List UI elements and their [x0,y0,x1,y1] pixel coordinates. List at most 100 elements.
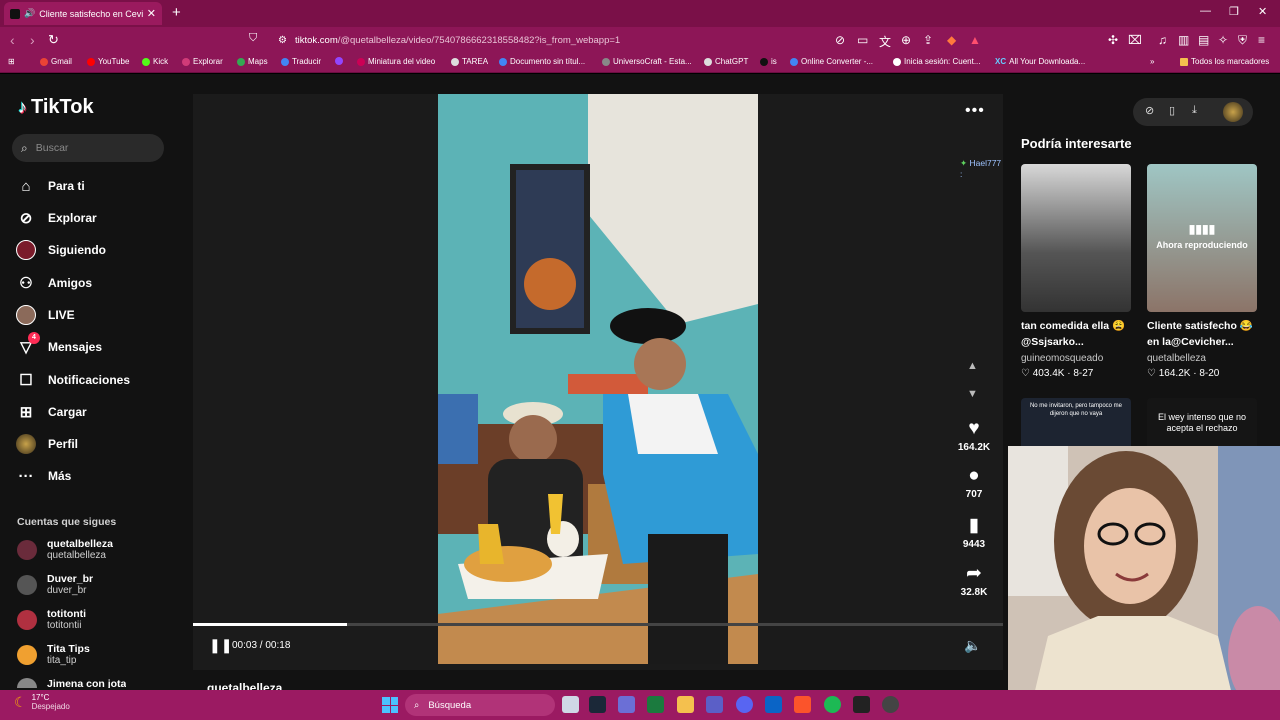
new-tab-button[interactable]: + [172,4,181,21]
video-frame[interactable] [438,94,758,664]
bookmark-tarea[interactable]: TAREA [451,57,488,66]
share-button[interactable]: ➦ 32.8K [953,562,995,598]
recommendation-title[interactable]: Cliente satisfecho 😂 en la@Cevicher... [1147,318,1259,350]
discord-icon[interactable] [736,696,753,713]
profile-avatar[interactable] [1223,102,1243,122]
sidebar-item-mensajes[interactable]: ▽ 4 Mensajes [16,332,102,358]
bookmark-online-converter[interactable]: Online Converter -... [790,57,873,66]
app-icon[interactable] [853,696,870,713]
obs-icon[interactable] [882,696,899,713]
bookmark-maps[interactable]: Maps [237,57,268,66]
apps-icon[interactable]: ⊞ [8,57,15,66]
recommendation-user[interactable]: guineomosqueado [1021,353,1103,364]
following-account[interactable]: quetalbelleza quetalbelleza [17,538,113,561]
outlook-icon[interactable] [765,696,782,713]
download-icon[interactable]: ⤓ [1192,104,1197,117]
minimize-button[interactable]: — [1200,5,1211,17]
bookmarks-overflow-icon[interactable]: » [1150,57,1154,66]
teams-icon[interactable] [706,696,723,713]
recommendation-thumbnail-now-playing[interactable]: ▮▮▮▮ Ahora reproduciendo [1147,164,1257,312]
reload-button[interactable]: ↻ [48,32,59,48]
bookmark-icon[interactable]: ⛉ [249,32,257,45]
close-tab-icon[interactable]: ✕ [147,7,156,20]
site-settings-icon[interactable]: ⚙ [278,35,287,46]
more-options-icon[interactable]: ••• [965,102,985,120]
following-account[interactable]: Duver_br duver_br [17,573,93,596]
sidebar-item-amigos[interactable]: ⚇ Amigos [16,272,92,294]
sidebar-item-live[interactable]: LIVE [16,304,75,326]
recommendation-user[interactable]: quetalbelleza [1147,353,1206,364]
forward-button[interactable]: › [30,32,35,48]
chevron-up-icon[interactable]: ▲ [967,360,978,372]
rewards-icon[interactable]: ▲ [969,33,981,47]
chevron-down-icon[interactable]: ▼ [967,388,978,400]
copilot-icon[interactable] [618,696,635,713]
back-button[interactable]: ‹ [10,32,15,48]
excel-icon[interactable] [647,696,664,713]
bookmark-explorar[interactable]: Explorar [182,57,223,66]
pause-icon[interactable]: ❚❚ [209,637,232,654]
brave-shield-icon[interactable]: ◆ [947,33,956,47]
device-icon[interactable]: ▯ [1169,104,1175,117]
bookmark-universocraft[interactable]: UniversoCraft - Esta... [602,57,692,66]
close-window-button[interactable]: ✕ [1258,5,1267,18]
bookmark-is[interactable]: is [760,57,777,66]
following-account[interactable]: Jimena con jota [17,678,126,688]
recommendation-thumbnail[interactable] [1021,164,1131,312]
bookmark-youtube[interactable]: YouTube [87,57,129,66]
wallet-icon[interactable]: ▤ [1198,33,1209,47]
recommendation-thumbnail[interactable]: No me invitaron, pero tampoco me dijeron… [1021,398,1131,446]
share-icon[interactable]: ⇪ [923,33,933,47]
sidebar-item-cargar[interactable]: ⊞ Cargar [16,401,87,423]
extensions-icon[interactable]: ✣ [1108,33,1118,47]
save-button[interactable]: ▮ 9443 [953,514,995,550]
menu-icon[interactable]: ≡ [1258,33,1265,47]
bookmark-documento[interactable]: Documento sin títul... [499,57,585,66]
spotify-icon[interactable] [824,696,841,713]
like-button[interactable]: ♥ 164.2K [953,418,995,453]
search-input[interactable]: ⌕ Buscar [12,134,164,162]
sidebar-item-para-ti[interactable]: ⌂ Para ti [16,175,84,197]
bookmark-miniatura[interactable]: Miniatura del video [357,57,435,66]
recommendation-thumbnail[interactable]: El wey intenso que no acepta el rechazo [1147,398,1257,446]
bookmark-traducir[interactable]: Traducir [281,57,321,66]
browser-tab[interactable]: 🔊 Cliente satisfecho en Cevich ✕ [4,2,162,25]
steam-icon[interactable] [589,696,606,713]
leo-ai-icon[interactable]: ✧ [1218,33,1228,47]
following-account[interactable]: totitonti totitontii [17,608,86,631]
sidebar-item-siguiendo[interactable]: Siguiendo [16,239,106,261]
brave-icon[interactable] [794,696,811,713]
bookmark-twitch[interactable] [335,57,343,65]
music-icon[interactable]: ♫ [1158,33,1167,47]
sidebar-item-mas[interactable]: ··· Más [16,465,72,487]
file-explorer-icon[interactable] [677,696,694,713]
taskbar-search[interactable]: ⌕ Búsqueda [405,694,555,716]
tiktok-logo[interactable]: ♪ TikTok [18,96,94,119]
vpn-icon[interactable]: ⊘ [835,33,845,47]
sidebar-item-notificaciones[interactable]: ☐ Notificaciones [16,369,130,391]
volume-icon[interactable]: 🔈 [964,637,981,654]
bookmarks-folder[interactable]: Todos los marcadores [1180,57,1269,66]
zoom-icon[interactable]: ⊕ [901,33,911,47]
screenshot-icon[interactable]: ⌧ [1128,33,1142,47]
task-view-icon[interactable] [562,696,579,713]
video-player[interactable]: ••• ✦ Hael777 : ▲ ▼ ♥ 164.2K ● 707 ▮ 9443 ➦… [193,94,1003,670]
comment-button[interactable]: ● 707 [953,465,995,500]
sidebar-item-explorar[interactable]: ⊘ Explorar [16,207,97,229]
bookmark-chatgpt[interactable]: ChatGPT [704,57,748,66]
bookmark-inicia-sesion[interactable]: Inicia sesión: Cuent... [893,57,980,66]
vpn-shield-icon[interactable]: ⛨ [1238,33,1247,48]
bookmark-all-your-downloads[interactable]: XC All Your Downloada... [995,57,1085,66]
sidebar-item-perfil[interactable]: Perfil [16,433,78,455]
coins-icon[interactable]: ⊘ [1145,104,1154,117]
cast-icon[interactable]: ▭ [857,33,868,47]
following-account[interactable]: Tita Tips tita_tip [17,643,90,666]
recommendation-title[interactable]: tan comedida ella 😩 @Ssjsarko... [1021,318,1133,350]
translate-icon[interactable]: 文 [879,33,891,50]
windows-start-button[interactable] [382,697,398,713]
sidebar-icon[interactable]: ▥ [1178,33,1189,47]
bookmark-kick[interactable]: Kick [142,57,168,66]
weather-widget[interactable]: ☾ 17°C Despejado [14,693,70,711]
maximize-button[interactable]: ❐ [1229,5,1239,18]
bookmark-gmail[interactable]: Gmail [40,57,72,66]
